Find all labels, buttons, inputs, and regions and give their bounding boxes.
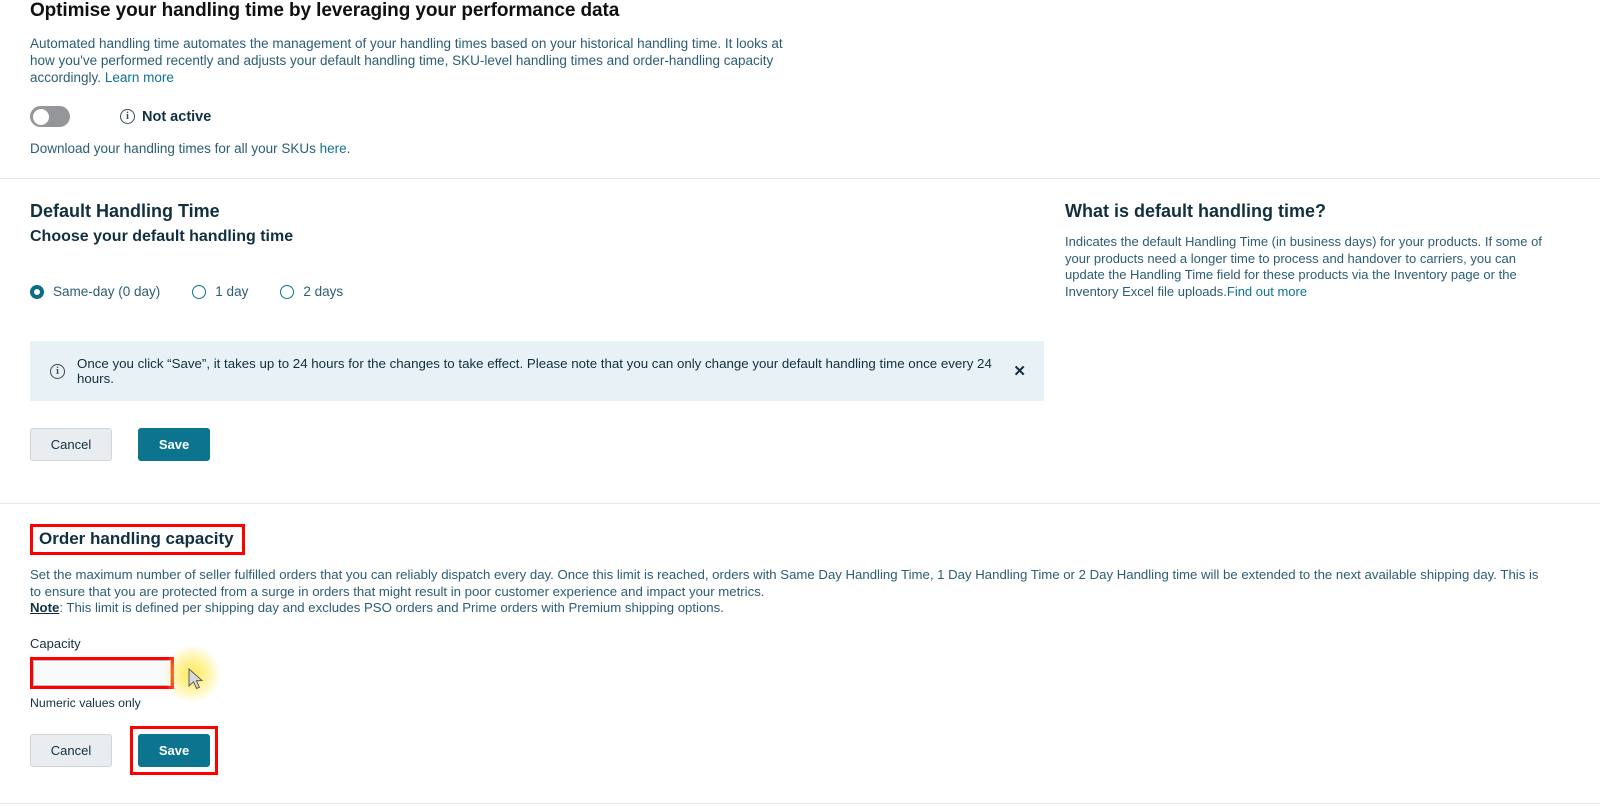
radio-option-2-days[interactable]: 2 days bbox=[280, 284, 343, 299]
order-capacity-heading: Order handling capacity bbox=[39, 529, 234, 548]
handling-time-radio-group: Same-day (0 day) 1 day 2 days bbox=[30, 284, 1055, 299]
order-capacity-description-text: Set the maximum number of seller fulfill… bbox=[30, 567, 1539, 599]
default-handling-section: Default Handling Time Choose your defaul… bbox=[0, 179, 1600, 461]
page-root: Optimise your handling time by leveragin… bbox=[0, 0, 1600, 811]
radio-label-1-day: 1 day bbox=[215, 284, 249, 299]
note-text: : This limit is defined per shipping day… bbox=[59, 600, 724, 615]
radio-option-same-day[interactable]: Same-day (0 day) bbox=[30, 284, 160, 299]
download-handling-times-line: Download your handling times for all you… bbox=[30, 141, 1570, 156]
cancel-button[interactable]: Cancel bbox=[30, 428, 112, 461]
order-capacity-heading-highlight: Order handling capacity bbox=[30, 524, 245, 555]
radio-icon-2-days[interactable] bbox=[280, 284, 295, 299]
save-info-alert: i Once you click “Save”, it takes up to … bbox=[30, 341, 1044, 401]
sidebar-heading: What is default handling time? bbox=[1065, 201, 1326, 221]
capacity-input-highlight bbox=[30, 656, 174, 689]
save-button-highlight: Save bbox=[130, 725, 218, 775]
save-button[interactable]: Save bbox=[138, 428, 210, 461]
capacity-input[interactable] bbox=[33, 659, 171, 686]
download-here-link[interactable]: here bbox=[320, 141, 347, 156]
order-capacity-description: Set the maximum number of seller fulfill… bbox=[30, 567, 1540, 617]
radio-icon-same-day[interactable] bbox=[30, 284, 44, 299]
note-label: Note bbox=[30, 600, 60, 615]
download-prefix-text: Download your handling times for all you… bbox=[30, 141, 320, 156]
default-handling-heading: Default Handling Time bbox=[30, 201, 220, 221]
default-handling-sidebar: What is default handling time? Indicates… bbox=[1055, 179, 1570, 461]
radio-label-same-day: Same-day (0 day) bbox=[53, 284, 161, 299]
toggle-knob-icon bbox=[33, 108, 49, 125]
learn-more-link[interactable]: Learn more bbox=[105, 70, 174, 85]
radio-option-1-day[interactable]: 1 day bbox=[192, 284, 248, 299]
capacity-field-label: Capacity bbox=[30, 635, 81, 651]
capacity-hint: Numeric values only bbox=[30, 695, 141, 710]
default-handling-subheading: Choose your default handling time bbox=[30, 228, 294, 245]
info-icon: i bbox=[50, 363, 65, 379]
sidebar-paragraph: Indicates the default Handling Time (in … bbox=[1065, 234, 1545, 300]
cancel-button[interactable]: Cancel bbox=[30, 733, 112, 767]
find-out-more-link[interactable]: Find out more bbox=[1227, 284, 1307, 299]
download-suffix-text: . bbox=[346, 141, 351, 156]
close-icon[interactable]: ✕ bbox=[1013, 364, 1026, 379]
automated-handling-toggle-row: i Not active bbox=[30, 106, 1570, 127]
automated-handling-toggle[interactable] bbox=[30, 106, 70, 127]
automated-handling-description: Automated handling time automates the ma… bbox=[30, 35, 810, 86]
order-capacity-buttons: Cancel Save bbox=[30, 725, 1570, 775]
radio-icon-1-day[interactable] bbox=[192, 284, 207, 299]
status-badge: i Not active bbox=[120, 109, 211, 125]
radio-label-2-days: 2 days bbox=[303, 284, 344, 299]
automated-handling-section: Optimise your handling time by leveragin… bbox=[0, 0, 1600, 156]
save-button[interactable]: Save bbox=[138, 733, 210, 767]
page-title: Optimise your handling time by leveragin… bbox=[30, 0, 620, 21]
mouse-cursor-icon bbox=[188, 668, 204, 690]
info-icon: i bbox=[120, 109, 135, 124]
status-badge-label: Not active bbox=[142, 108, 212, 125]
order-handling-capacity-section: Order handling capacity Set the maximum … bbox=[0, 504, 1600, 775]
default-handling-buttons: Cancel Save bbox=[30, 428, 1055, 461]
save-info-alert-text: Once you click “Save”, it takes up to 24… bbox=[77, 356, 992, 386]
default-handling-main: Default Handling Time Choose your defaul… bbox=[30, 179, 1055, 461]
footer-links-row: Help Programme Policies English a Downlo… bbox=[30, 804, 1570, 811]
footer: Help Programme Policies English a Downlo… bbox=[0, 804, 1600, 811]
